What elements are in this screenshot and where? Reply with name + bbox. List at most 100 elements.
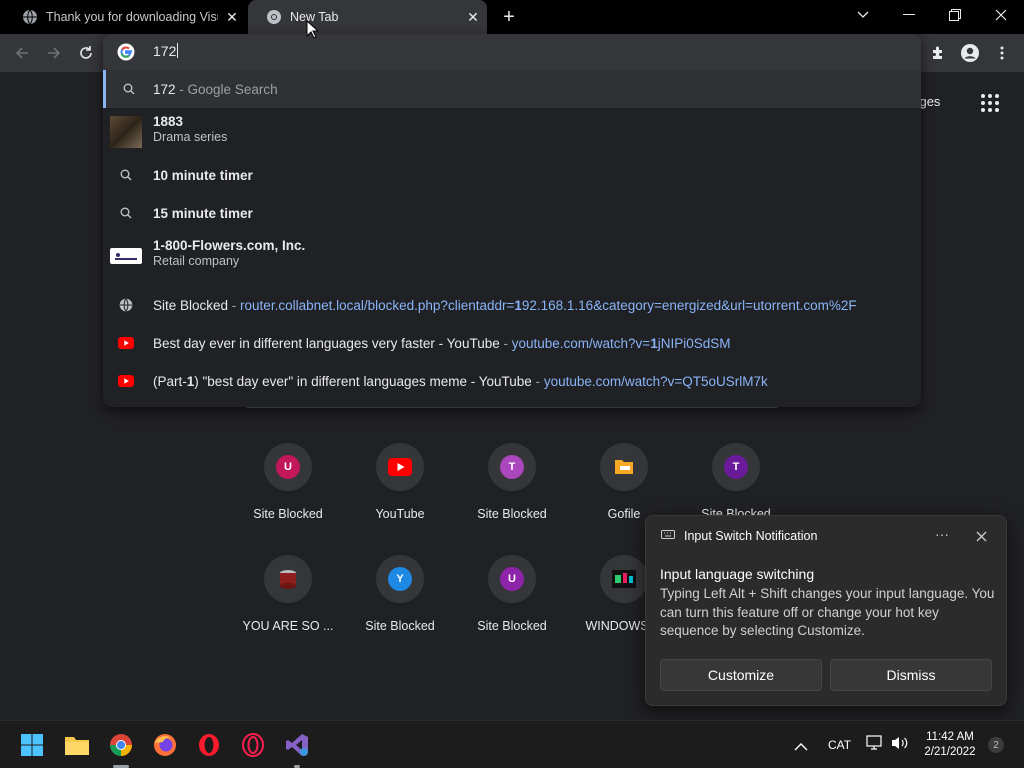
search-box-edge <box>247 407 777 408</box>
close-tab-icon[interactable]: ✕ <box>218 9 246 26</box>
tab-visual-studio[interactable]: Thank you for downloading Visual Studio … <box>4 0 246 34</box>
notification-app-name: Input Switch Notification <box>684 529 818 543</box>
flowers-logo-icon <box>110 248 142 264</box>
shortcut-tile[interactable]: T Site Blocked <box>456 443 568 521</box>
shortcut-label: Site Blocked <box>253 507 323 521</box>
show-hidden-icons-chevron-icon[interactable] <box>794 738 812 752</box>
new-tab-plus-icon[interactable]: + <box>498 6 520 28</box>
shortcut-letter-icon: U <box>276 455 300 479</box>
suggestion-text: Site Blocked <box>153 297 229 313</box>
shortcut-tile[interactable]: Gofile <box>568 443 680 521</box>
shortcut-label: YouTube <box>375 507 425 521</box>
google-apps-grid-icon[interactable] <box>980 93 1000 113</box>
customize-button[interactable]: Customize <box>660 659 822 691</box>
shortcut-tile[interactable]: T Site Blocked <box>680 443 792 521</box>
keyboard-icon <box>661 530 675 539</box>
notification-heading: Input language switching <box>660 566 815 582</box>
opera-icon[interactable] <box>195 731 223 759</box>
suggestion-row[interactable]: Best day ever in different languages ver… <box>103 324 921 362</box>
shortcut-letter-icon: U <box>500 567 524 591</box>
shortcut-letter-icon: Y <box>388 567 412 591</box>
visual-studio-installer-icon[interactable] <box>283 731 311 759</box>
opera-gx-icon[interactable] <box>239 731 267 759</box>
mouse-cursor-icon <box>306 20 318 39</box>
reload-icon[interactable] <box>73 40 99 66</box>
notification-body: Typing Left Alt + Shift changes your inp… <box>660 586 995 638</box>
suggestion-text: 1883 <box>153 114 184 129</box>
omnibox-input-row[interactable]: 172 <box>103 34 921 70</box>
shortcut-label: Site Blocked <box>477 507 547 521</box>
system-clock[interactable]: 11:42 AM 2/21/2022 <box>918 730 982 760</box>
shortcut-letter-icon: T <box>724 455 748 479</box>
search-icon <box>120 80 138 98</box>
suggestion-detail: Google Search <box>187 81 278 97</box>
suggestion-text: 172 <box>153 81 176 97</box>
volume-icon[interactable] <box>891 735 909 756</box>
file-explorer-icon[interactable] <box>63 731 91 759</box>
search-icon <box>117 166 135 184</box>
shortcut-letter-icon: T <box>500 455 524 479</box>
close-notification-icon[interactable] <box>972 527 990 545</box>
omnibox-dropdown: 172 172 - Google Search 1883 Drama serie… <box>103 34 921 407</box>
suggestion-url: youtube.com/watch?v=1jNIPi0SdSM <box>511 335 731 351</box>
suggestion-text: 15 minute timer <box>153 205 253 221</box>
suggestion-row[interactable]: 1883 Drama series <box>103 108 921 156</box>
gofile-folder-icon <box>615 460 633 474</box>
youtube-icon <box>388 458 412 476</box>
windows-start-icon[interactable] <box>18 731 46 759</box>
search-icon <box>117 204 135 222</box>
suggestion-subtitle: Drama series <box>153 130 228 144</box>
chrome-menu-kebab-icon[interactable] <box>989 40 1015 66</box>
input-language-indicator[interactable]: CAT <box>828 738 851 752</box>
youtube-icon <box>117 334 135 352</box>
chrome-icon <box>267 10 281 24</box>
notification-count-badge[interactable]: 2 <box>988 737 1004 753</box>
omnibox-input[interactable]: 172 <box>153 43 179 59</box>
back-arrow-icon[interactable] <box>9 40 35 66</box>
suggestion-row[interactable]: 172 - Google Search <box>103 70 921 108</box>
network-icon[interactable] <box>866 735 884 756</box>
suggestion-row[interactable]: 10 minute timer <box>103 156 921 194</box>
suggestion-row[interactable]: 15 minute timer <box>103 194 921 232</box>
clock-date: 2/21/2022 <box>924 746 976 758</box>
shortcut-label: Site Blocked <box>477 619 547 633</box>
suggestion-url: youtube.com/watch?v=QT5oUSrlM7k <box>543 373 768 389</box>
shortcut-label: Site Blocked <box>365 619 435 633</box>
restore-icon[interactable] <box>932 0 978 30</box>
pixel-art-icon <box>612 570 636 588</box>
shortcut-tile[interactable]: Y Site Blocked <box>344 555 456 633</box>
suggestion-row[interactable]: (Part-1) "best day ever" in different la… <box>103 362 921 400</box>
firefox-icon[interactable] <box>151 731 179 759</box>
profile-avatar-icon[interactable] <box>957 40 983 66</box>
extensions-puzzle-icon[interactable] <box>925 40 951 66</box>
tab-new-tab[interactable]: New Tab ✕ <box>248 0 487 34</box>
forward-arrow-icon[interactable] <box>41 40 67 66</box>
suggestion-url: router.collabnet.local/blocked.php?clien… <box>240 297 857 313</box>
shortcut-tile[interactable]: U Site Blocked <box>232 443 344 521</box>
minimize-icon[interactable] <box>886 0 932 30</box>
youtube-icon <box>117 372 135 390</box>
windows-taskbar: CAT 11:42 AM 2/21/2022 2 <box>0 720 1024 768</box>
suggestion-row[interactable]: Site Blocked - router.collabnet.local/bl… <box>103 286 921 324</box>
dismiss-button[interactable]: Dismiss <box>830 659 992 691</box>
close-window-icon[interactable] <box>978 0 1024 30</box>
close-tab-icon[interactable]: ✕ <box>459 9 487 26</box>
chrome-taskbar-icon[interactable] <box>107 731 135 759</box>
globe-icon <box>117 296 135 314</box>
google-g-icon <box>117 43 135 61</box>
entity-thumbnail <box>110 116 142 148</box>
shortcut-tile[interactable]: YOU ARE SO ... <box>232 555 344 633</box>
more-options-icon[interactable]: ··· <box>932 526 952 546</box>
text-caret <box>177 43 179 58</box>
globe-icon <box>23 9 37 25</box>
tab-title: Thank you for downloading Visual Studio <box>46 10 218 24</box>
suggestion-row[interactable]: 1-800-Flowers.com, Inc. Retail company <box>103 232 921 280</box>
shortcut-tile[interactable]: YouTube <box>344 443 456 521</box>
suggestion-subtitle: Retail company <box>153 254 240 268</box>
suggestion-text: 10 minute timer <box>153 167 253 183</box>
shortcut-tile[interactable]: U Site Blocked <box>456 555 568 633</box>
suggestion-text: (Part-1) "best day ever" in different la… <box>153 373 532 389</box>
input-switch-notification: Input Switch Notification ··· Input lang… <box>645 515 1007 706</box>
shortcut-label: YOU ARE SO ... <box>242 619 334 633</box>
tab-search-chevron-icon[interactable] <box>840 0 886 30</box>
